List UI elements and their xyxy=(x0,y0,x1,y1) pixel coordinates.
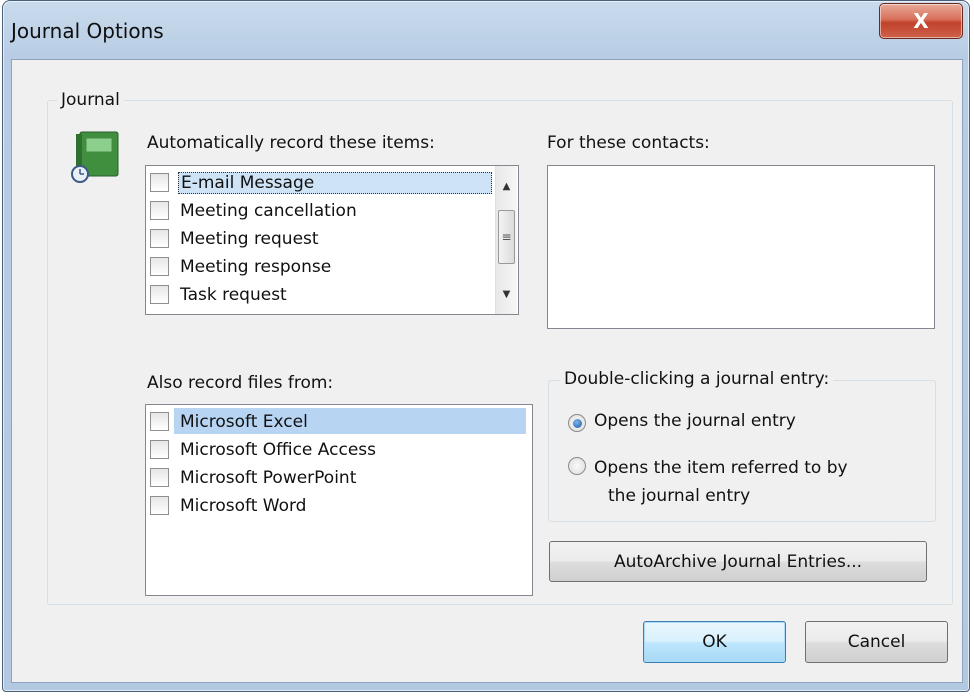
journal-book-clock-icon xyxy=(71,131,119,183)
list-item-label: Meeting request xyxy=(180,228,319,249)
journal-options-dialog: Journal Options X Journal Automatically … xyxy=(2,0,970,692)
list-item[interactable]: E-mail Message xyxy=(150,169,492,196)
radio-opens-journal-entry[interactable]: Opens the journal entry xyxy=(568,411,796,432)
checkbox[interactable] xyxy=(150,229,169,248)
list-item-label: Meeting cancellation xyxy=(180,200,357,221)
journal-group-label: Journal xyxy=(57,90,124,110)
list-item-label: Microsoft Word xyxy=(180,495,307,516)
list-item[interactable]: Microsoft Word xyxy=(150,492,308,519)
dialog-title: Journal Options xyxy=(11,19,164,43)
list-item[interactable]: Microsoft Office Access xyxy=(150,436,378,463)
checkbox[interactable] xyxy=(150,412,169,431)
auto-record-listbox[interactable]: E-mail Message Meeting cancellation Meet… xyxy=(145,165,519,315)
radio-label-line2: the journal entry xyxy=(608,486,751,506)
radio-label: Opens the item referred to by the journa… xyxy=(594,454,848,510)
list-item[interactable]: Microsoft PowerPoint xyxy=(150,464,358,491)
radio-label-line1: Opens the item referred to by xyxy=(594,458,848,478)
vertical-scrollbar[interactable]: ▲ ≡ ▼ xyxy=(495,166,517,314)
close-button[interactable]: X xyxy=(879,3,963,39)
list-item[interactable]: Meeting response xyxy=(150,253,333,280)
files-from-label: Also record files from: xyxy=(147,373,334,393)
list-item[interactable]: Task request xyxy=(150,281,289,308)
files-from-listbox[interactable]: Microsoft Excel Microsoft Office Access … xyxy=(145,404,533,596)
list-item[interactable]: Meeting cancellation xyxy=(150,197,359,224)
checkbox[interactable] xyxy=(150,257,169,276)
autoarchive-journal-entries-button[interactable]: AutoArchive Journal Entries... xyxy=(549,541,927,582)
list-item-label: Meeting response xyxy=(180,256,332,277)
list-item-label: Task request xyxy=(180,284,287,305)
contacts-label: For these contacts: xyxy=(547,133,710,153)
list-item[interactable]: Meeting request xyxy=(150,225,321,252)
radio-opens-referred-item[interactable]: Opens the item referred to by the journa… xyxy=(568,454,848,510)
radio-label: Opens the journal entry xyxy=(594,411,796,431)
list-item-label: Microsoft Excel xyxy=(180,411,308,432)
contacts-field[interactable] xyxy=(547,165,935,329)
checkbox[interactable] xyxy=(150,285,169,304)
scroll-up-arrow-icon[interactable]: ▲ xyxy=(496,176,517,196)
scroll-thumb[interactable]: ≡ xyxy=(498,210,515,264)
checkbox[interactable] xyxy=(150,496,169,515)
scroll-down-arrow-icon[interactable]: ▼ xyxy=(496,284,517,304)
dialog-client-area: Journal Automatically record these items… xyxy=(11,59,963,683)
list-item-label: Microsoft Office Access xyxy=(180,439,376,460)
auto-record-label: Automatically record these items: xyxy=(147,133,435,153)
close-icon: X xyxy=(913,9,929,33)
checkbox[interactable] xyxy=(150,440,169,459)
checkbox[interactable] xyxy=(150,173,169,192)
list-item-label: Microsoft PowerPoint xyxy=(180,467,357,488)
list-item-label: E-mail Message xyxy=(178,171,492,194)
radio-button[interactable] xyxy=(568,457,586,475)
ok-button[interactable]: OK xyxy=(643,621,786,663)
radio-button-selected[interactable] xyxy=(568,414,586,432)
checkbox[interactable] xyxy=(150,468,169,487)
checkbox[interactable] xyxy=(150,201,169,220)
double-click-label: Double-clicking a journal entry: xyxy=(560,369,834,389)
cancel-button[interactable]: Cancel xyxy=(805,621,948,663)
list-item[interactable]: Microsoft Excel xyxy=(150,408,310,435)
